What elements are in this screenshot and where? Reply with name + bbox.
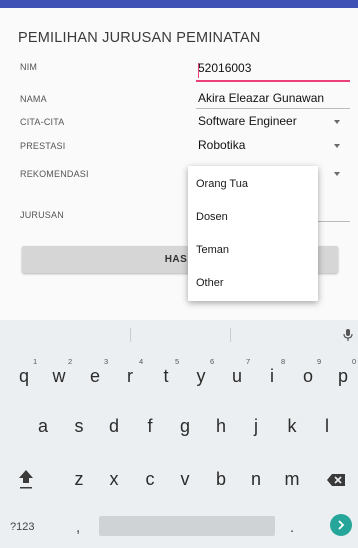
comma-key[interactable]: , bbox=[76, 519, 80, 536]
key-x[interactable]: x bbox=[99, 461, 129, 497]
key-v[interactable]: v bbox=[170, 461, 200, 497]
nim-label: NIM bbox=[20, 62, 38, 72]
nim-input-underline bbox=[196, 80, 350, 82]
suggestion-divider bbox=[230, 328, 231, 342]
key-hint: 8 bbox=[281, 357, 286, 366]
nama-input-underline bbox=[196, 108, 350, 109]
suggestion-divider bbox=[130, 328, 131, 342]
hasil-button-label: HAS bbox=[164, 254, 188, 265]
app-bar bbox=[0, 0, 358, 8]
key-hint: 0 bbox=[352, 357, 357, 366]
soft-keyboard: q1w2e3r4t5y6u7i8o9p0 asdfghjkl zxcvbnm ?… bbox=[0, 320, 358, 548]
nim-input[interactable]: 52016003 bbox=[198, 61, 251, 75]
key-m[interactable]: m bbox=[277, 461, 307, 497]
jurusan-label: JURUSAN bbox=[20, 210, 64, 220]
symbols-key[interactable]: ?123 bbox=[10, 521, 34, 533]
key-g[interactable]: g bbox=[170, 408, 200, 444]
backspace-icon[interactable] bbox=[326, 473, 346, 487]
key-hint: 6 bbox=[210, 357, 215, 366]
prestasi-label: PRESTASI bbox=[20, 141, 66, 151]
dropdown-item-teman[interactable]: Teman bbox=[196, 244, 229, 256]
cita-cita-spinner[interactable]: Software Engineer bbox=[198, 114, 297, 128]
dropdown-item-dosen[interactable]: Dosen bbox=[196, 211, 228, 223]
enter-button[interactable] bbox=[330, 514, 352, 536]
shift-icon[interactable] bbox=[18, 468, 34, 490]
key-j[interactable]: j bbox=[241, 408, 271, 444]
key-h[interactable]: h bbox=[206, 408, 236, 444]
page-title: PEMILIHAN JURUSAN PEMINATAN bbox=[18, 30, 261, 46]
key-hint: 4 bbox=[139, 357, 144, 366]
key-n[interactable]: n bbox=[241, 461, 271, 497]
key-b[interactable]: b bbox=[206, 461, 236, 497]
key-f[interactable]: f bbox=[135, 408, 165, 444]
dropdown-item-orang-tua[interactable]: Orang Tua bbox=[196, 178, 248, 190]
text-cursor bbox=[198, 63, 199, 78]
cita-cita-label: CITA-CITA bbox=[20, 117, 65, 127]
key-k[interactable]: k bbox=[277, 408, 307, 444]
chevron-down-icon[interactable] bbox=[334, 144, 340, 148]
chevron-down-icon[interactable] bbox=[334, 120, 340, 124]
key-hint: 2 bbox=[68, 357, 73, 366]
key-hint: 5 bbox=[175, 357, 180, 366]
key-a[interactable]: a bbox=[28, 408, 58, 444]
key-c[interactable]: c bbox=[135, 461, 165, 497]
rekomendasi-dropdown: Orang Tua Dosen Teman Other bbox=[188, 166, 318, 301]
mic-icon[interactable] bbox=[343, 329, 353, 341]
key-hint: 9 bbox=[317, 357, 322, 366]
enter-arrow-icon bbox=[338, 520, 345, 530]
key-z[interactable]: z bbox=[64, 461, 94, 497]
period-key[interactable]: . bbox=[290, 519, 294, 536]
key-l[interactable]: l bbox=[312, 408, 342, 444]
dropdown-item-other[interactable]: Other bbox=[196, 277, 224, 289]
key-hint: 3 bbox=[104, 357, 109, 366]
space-bar[interactable] bbox=[99, 516, 275, 536]
key-d[interactable]: d bbox=[99, 408, 129, 444]
chevron-down-icon[interactable] bbox=[334, 172, 340, 176]
key-hint: 7 bbox=[246, 357, 251, 366]
prestasi-spinner[interactable]: Robotika bbox=[198, 138, 245, 152]
key-hint: 1 bbox=[33, 357, 38, 366]
suggestion-strip bbox=[0, 320, 358, 350]
nama-input[interactable]: Akira Eleazar Gunawan bbox=[198, 91, 324, 105]
key-s[interactable]: s bbox=[64, 408, 94, 444]
rekomendasi-label: REKOMENDASI bbox=[20, 169, 89, 179]
nama-label: NAMA bbox=[20, 94, 47, 104]
